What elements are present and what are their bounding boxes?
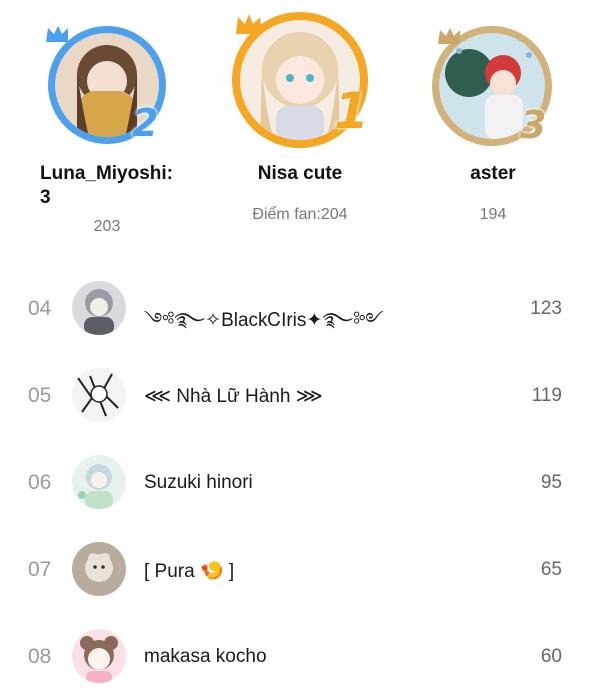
crown-icon [436, 26, 462, 46]
rank-badge: 3 [520, 103, 547, 147]
avatar[interactable] [72, 629, 126, 683]
user-name[interactable]: Luna_Miyoshi: 3 [40, 162, 190, 210]
avatar[interactable] [72, 455, 126, 509]
podium-rank-1[interactable]: 1 Nisa cute Điểm fan:204 [200, 0, 400, 260]
podium-rank-3[interactable]: 3 aster 194 [400, 0, 600, 260]
fan-score: 194 [479, 206, 507, 223]
avatar[interactable] [72, 542, 126, 596]
avatar[interactable] [72, 281, 126, 335]
list-item[interactable]: 07 [ Pura 🍤 ] 65 [0, 526, 600, 613]
fan-score: 119 [531, 385, 562, 406]
list-item[interactable]: 05 ⋘ Nhà Lữ Hành ⋙ 119 [0, 352, 600, 439]
fan-score: 123 [530, 298, 562, 319]
user-name[interactable]: makasa kocho [144, 646, 267, 668]
user-name[interactable]: ༺࿐✧BlackᏟIris✦࿐༻ [144, 298, 383, 352]
user-name[interactable]: [ Pura 🍤 ] [144, 559, 234, 583]
avatar[interactable] [72, 368, 126, 422]
fan-score: 65 [540, 559, 562, 580]
list-item[interactable]: 04 ༺࿐✧BlackᏟIris✦࿐༻ 123 [0, 265, 600, 352]
rank-badge: 1 [334, 82, 369, 140]
rank-number: 08 [28, 645, 52, 668]
ranking-list: 04 ༺࿐✧BlackᏟIris✦࿐༻ 123 05 ⋘ Nhà Lữ Hành… [0, 265, 600, 696]
rank-number: 06 [28, 471, 52, 494]
rank-number: 04 [28, 297, 52, 320]
list-item[interactable]: 06 Suzuki hinori 95 [0, 439, 600, 526]
fan-score: 95 [540, 472, 562, 493]
top-three-podium: 2 Luna_Miyoshi: 3 203 1 Nisa cute Điểm f… [0, 0, 600, 260]
user-name[interactable]: Nisa cute [200, 162, 400, 186]
rank-badge: 2 [132, 101, 159, 145]
fan-score: Điểm fan:204 [252, 206, 348, 223]
podium-rank-2[interactable]: 2 Luna_Miyoshi: 3 203 [0, 0, 200, 260]
list-item[interactable]: 08 makasa kocho 60 [0, 613, 600, 696]
user-name[interactable]: Suzuki hinori [144, 472, 253, 494]
rank-number: 05 [28, 384, 52, 407]
user-name[interactable]: ⋘ Nhà Lữ Hành ⋙ [144, 385, 323, 408]
fan-score: 60 [540, 646, 562, 667]
user-name[interactable]: aster [400, 162, 586, 186]
rank-number: 07 [28, 558, 52, 581]
fan-score: 203 [93, 218, 121, 235]
crown-icon [234, 12, 264, 36]
crown-icon [44, 24, 70, 44]
